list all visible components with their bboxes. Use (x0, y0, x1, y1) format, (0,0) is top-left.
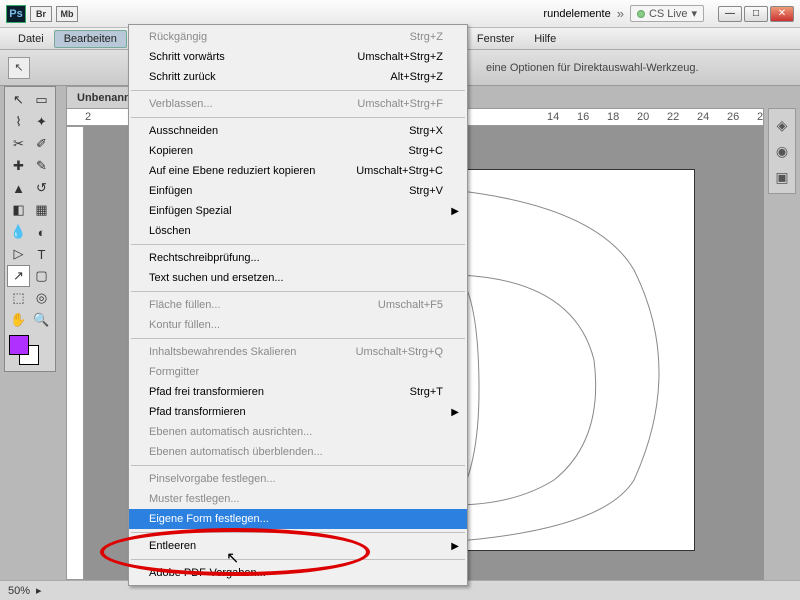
status-dot-icon (637, 10, 645, 18)
dodge-tool-icon[interactable]: ◐ (30, 221, 53, 243)
chevron-right-icon[interactable]: » (617, 6, 624, 21)
menu-item: Muster festlegen... (129, 489, 467, 509)
lasso-tool-icon[interactable]: ⌇ (7, 111, 30, 133)
layers-panel-icon[interactable]: ◈ (772, 115, 792, 135)
toolbox: ↖▭ ⌇✦ ✂✐ ✚✎ ▲↺ ◧▦ 💧◐ ▷T ↗▢ ⬚◎ ✋🔍 (4, 86, 56, 372)
minibridge-icon[interactable]: Mb (56, 6, 78, 22)
photoshop-icon: Ps (6, 5, 26, 23)
heal-tool-icon[interactable]: ✚ (7, 155, 30, 177)
menu-item[interactable]: Entleeren▶ (129, 536, 467, 556)
workspace-label[interactable]: rundelemente (543, 8, 610, 20)
foreground-color-swatch[interactable] (9, 335, 29, 355)
menu-item: Kontur füllen... (129, 315, 467, 335)
eraser-tool-icon[interactable]: ◧ (7, 199, 30, 221)
hand-tool-icon[interactable]: ✋ (7, 309, 30, 331)
color-swatches[interactable] (7, 335, 53, 369)
menu-item[interactable]: Schritt zurückAlt+Strg+Z (129, 67, 467, 87)
menu-item[interactable]: Adobe PDF-Vorgaben... (129, 563, 467, 583)
path-select-tool-icon[interactable]: ↗ (7, 265, 30, 287)
crop-tool-icon[interactable]: ✂ (7, 133, 30, 155)
history-brush-icon[interactable]: ↺ (30, 177, 53, 199)
options-text: eine Optionen für Direktauswahl-Werkzeug… (486, 62, 699, 74)
menu-item: Verblassen...Umschalt+Strg+F (129, 94, 467, 114)
menu-item[interactable]: Löschen (129, 221, 467, 241)
gradient-tool-icon[interactable]: ▦ (30, 199, 53, 221)
shape-tool-icon[interactable]: ▢ (30, 265, 53, 287)
menu-item: RückgängigStrg+Z (129, 27, 467, 47)
right-panel: ◈ ◉ ▣ (768, 108, 796, 194)
menu-item[interactable]: Auf eine Ebene reduziert kopierenUmschal… (129, 161, 467, 181)
3d-tool-icon[interactable]: ⬚ (7, 287, 30, 309)
menu-item: Fläche füllen...Umschalt+F5 (129, 295, 467, 315)
menu-item[interactable]: KopierenStrg+C (129, 141, 467, 161)
menu-item: Ebenen automatisch überblenden... (129, 442, 467, 462)
marquee-tool-icon[interactable]: ▭ (30, 89, 53, 111)
menu-item[interactable]: Rechtschreibprüfung... (129, 248, 467, 268)
zoom-level[interactable]: 50% (8, 585, 30, 597)
blur-tool-icon[interactable]: 💧 (7, 221, 30, 243)
menu-bearbeiten[interactable]: Bearbeiten (54, 30, 127, 48)
pen-tool-icon[interactable]: ▷ (7, 243, 30, 265)
menu-item[interactable]: Schritt vorwärtsUmschalt+Strg+Z (129, 47, 467, 67)
maximize-button[interactable]: □ (744, 6, 768, 22)
edit-dropdown-menu: RückgängigStrg+ZSchritt vorwärtsUmschalt… (128, 24, 468, 586)
bridge-icon[interactable]: Br (30, 6, 52, 22)
brush-tool-icon[interactable]: ✎ (30, 155, 53, 177)
menu-item[interactable]: Eigene Form festlegen... (129, 509, 467, 529)
minimize-button[interactable]: — (718, 6, 742, 22)
paths-panel-icon[interactable]: ▣ (772, 167, 792, 187)
close-button[interactable]: ✕ (770, 6, 794, 22)
menu-item[interactable]: Einfügen Spezial▶ (129, 201, 467, 221)
menu-datei[interactable]: Datei (8, 30, 54, 48)
ruler-vertical (66, 126, 84, 580)
menu-item: Inhaltsbewahrendes SkalierenUmschalt+Str… (129, 342, 467, 362)
3d-camera-icon[interactable]: ◎ (30, 287, 53, 309)
stamp-tool-icon[interactable]: ▲ (7, 177, 30, 199)
menu-item[interactable]: Text suchen und ersetzen... (129, 268, 467, 288)
channels-panel-icon[interactable]: ◉ (772, 141, 792, 161)
submenu-arrow-icon: ▶ (451, 541, 459, 552)
menu-item[interactable]: AusschneidenStrg+X (129, 121, 467, 141)
submenu-arrow-icon: ▶ (451, 407, 459, 418)
type-tool-icon[interactable]: T (30, 243, 53, 265)
eyedropper-tool-icon[interactable]: ✐ (30, 133, 53, 155)
dropdown-icon: ▾ (691, 7, 697, 20)
chevron-right-icon[interactable]: ▸ (36, 584, 42, 597)
submenu-arrow-icon: ▶ (451, 206, 459, 217)
menu-item[interactable]: EinfügenStrg+V (129, 181, 467, 201)
tool-preset-icon[interactable]: ↖ (8, 57, 30, 79)
menu-item: Ebenen automatisch ausrichten... (129, 422, 467, 442)
cslive-button[interactable]: CS Live ▾ (630, 5, 704, 22)
wand-tool-icon[interactable]: ✦ (30, 111, 53, 133)
zoom-tool-icon[interactable]: 🔍 (30, 309, 53, 331)
move-tool-icon[interactable]: ↖ (7, 89, 30, 111)
menu-item: Formgitter (129, 362, 467, 382)
menu-fenster[interactable]: Fenster (467, 30, 524, 48)
menu-item[interactable]: Pfad transformieren▶ (129, 402, 467, 422)
menu-hilfe[interactable]: Hilfe (524, 30, 566, 48)
menu-item: Pinselvorgabe festlegen... (129, 469, 467, 489)
menu-item[interactable]: Pfad frei transformierenStrg+T (129, 382, 467, 402)
